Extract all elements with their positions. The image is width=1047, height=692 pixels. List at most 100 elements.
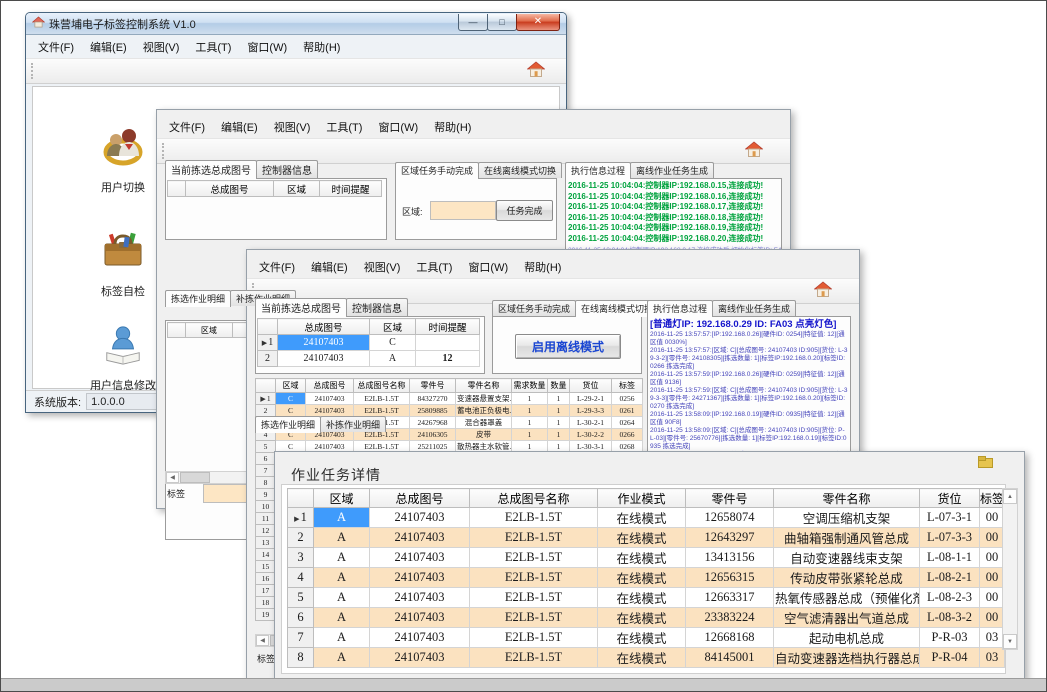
table-row[interactable]: 7A24107403E2LB-1.5T在线模式12668168起动电机总成P-R…: [288, 628, 1005, 648]
cell[interactable]: 变速器悬置支架…: [456, 393, 512, 405]
table-row[interactable]: 1A24107403E2LB-1.5T在线模式12658074空调压缩机支架L-…: [288, 508, 1005, 528]
menu-item[interactable]: 窗口(W): [239, 37, 295, 57]
cell[interactable]: 4: [288, 568, 314, 588]
cell[interactable]: 03: [980, 648, 1005, 668]
cell[interactable]: A: [314, 648, 370, 668]
cell[interactable]: 13413156: [686, 548, 774, 568]
cell[interactable]: 5: [288, 588, 314, 608]
cell[interactable]: 12658074: [686, 508, 774, 528]
home-button[interactable]: [742, 141, 766, 161]
cell[interactable]: L-08-2-3: [920, 588, 980, 608]
cell[interactable]: E2LB-1.5T: [354, 405, 410, 417]
cell[interactable]: 在线模式: [598, 608, 686, 628]
cell[interactable]: 蓄电池正负极电…: [456, 405, 512, 417]
cell[interactable]: 在线模式: [598, 568, 686, 588]
cell[interactable]: 12656315: [686, 568, 774, 588]
minimize-button[interactable]: —: [458, 14, 488, 31]
menu-item[interactable]: 编辑(E): [82, 37, 135, 57]
cell[interactable]: 24107403: [370, 628, 470, 648]
menu-item[interactable]: 编辑(E): [303, 257, 356, 277]
table-row[interactable]: 5A24107403E2LB-1.5T在线模式12663317热氧传感器总成（预…: [288, 588, 1005, 608]
menu-item[interactable]: 帮助(H): [426, 117, 479, 137]
scroll-thumb[interactable]: [180, 472, 210, 483]
cell[interactable]: 7: [288, 628, 314, 648]
cell[interactable]: 空调压缩机支架: [774, 508, 920, 528]
folder-icon[interactable]: [978, 455, 994, 473]
cell[interactable]: 在线模式: [598, 588, 686, 608]
window-titlebar[interactable]: 珠营埔电子标签控制系统 V1.0 — □ ✕: [26, 13, 566, 35]
tab-pick-detail[interactable]: 拣选作业明细: [255, 416, 321, 433]
cell[interactable]: 24107403: [306, 405, 354, 417]
tab-online-offline[interactable]: 在线离线模式切换: [478, 162, 562, 178]
cell[interactable]: 起动电机总成: [774, 628, 920, 648]
tab-offline-task[interactable]: 离线作业任务生成: [712, 300, 796, 316]
cell[interactable]: A: [314, 548, 370, 568]
cell[interactable]: 19: [256, 609, 276, 621]
cell[interactable]: 10: [256, 501, 276, 513]
table-row[interactable]: 8A24107403E2LB-1.5T在线模式84145001自动变速器选档执行…: [288, 648, 1005, 668]
cell[interactable]: 1: [512, 405, 548, 417]
cell[interactable]: C: [276, 405, 306, 417]
menu-item[interactable]: 帮助(H): [516, 257, 569, 277]
table-row[interactable]: 4A24107403E2LB-1.5T在线模式12656315传动皮带张紧轮总成…: [288, 568, 1005, 588]
cell[interactable]: 2: [288, 528, 314, 548]
cell[interactable]: E2LB-1.5T: [470, 548, 598, 568]
cell[interactable]: 6: [256, 453, 276, 465]
col-header[interactable]: [256, 379, 276, 393]
tab-current-pick[interactable]: 当前拣选总成图号: [255, 298, 347, 317]
menu-item[interactable]: 工具(T): [187, 37, 239, 57]
cell[interactable]: 自动变速器选档执行器总成: [774, 648, 920, 668]
cell[interactable]: A: [370, 351, 416, 367]
cell[interactable]: 12: [416, 351, 480, 367]
cell[interactable]: 0256: [612, 393, 643, 405]
cell[interactable]: 6: [288, 608, 314, 628]
cell[interactable]: 24107403: [370, 528, 470, 548]
cell[interactable]: 热氧传感器总成（预催化剂B1S1）: [774, 588, 920, 608]
cell[interactable]: 自动变速器线束支架: [774, 548, 920, 568]
cell[interactable]: 18: [256, 597, 276, 609]
cell[interactable]: 24107403: [370, 568, 470, 588]
col-header[interactable]: 时间提醒: [320, 181, 382, 197]
cell[interactable]: 11: [256, 513, 276, 525]
cell[interactable]: P-R-04: [920, 648, 980, 668]
table-row[interactable]: 3A24107403E2LB-1.5T在线模式13413156自动变速器线束支架…: [288, 548, 1005, 568]
cell[interactable]: P-R-03: [920, 628, 980, 648]
cell[interactable]: 7: [256, 465, 276, 477]
toolbar-grip[interactable]: [162, 143, 164, 159]
cell[interactable]: 1: [288, 508, 314, 528]
cell[interactable]: 15: [256, 561, 276, 573]
tab-controller-info[interactable]: 控制器信息: [346, 298, 408, 316]
cell[interactable]: 12643297: [686, 528, 774, 548]
close-button[interactable]: ✕: [516, 14, 560, 31]
menu-item[interactable]: 视图(V): [356, 257, 409, 277]
col-header[interactable]: 货位: [920, 489, 980, 508]
cell[interactable]: E2LB-1.5T: [470, 508, 598, 528]
cell[interactable]: L-08-3-2: [920, 608, 980, 628]
area-input[interactable]: [430, 201, 496, 220]
offline-mode-button[interactable]: 启用离线模式: [515, 334, 621, 359]
table-row[interactable]: 1 24107403 C: [258, 335, 480, 351]
col-header[interactable]: 总成图号: [306, 379, 354, 393]
cell[interactable]: 25809885: [410, 405, 456, 417]
menu-item[interactable]: 视图(V): [135, 37, 188, 57]
menu-item[interactable]: 文件(F): [251, 257, 303, 277]
cell[interactable]: 9: [256, 489, 276, 501]
cell[interactable]: E2LB-1.5T: [470, 568, 598, 588]
cell[interactable]: L-29-3-3: [570, 405, 612, 417]
cell[interactable]: 17: [256, 585, 276, 597]
col-header[interactable]: 区域: [370, 319, 416, 335]
cell[interactable]: E2LB-1.5T: [470, 528, 598, 548]
col-header[interactable]: 总成图号名称: [470, 489, 598, 508]
cell[interactable]: 0261: [612, 405, 643, 417]
cell[interactable]: E2LB-1.5T: [470, 648, 598, 668]
cell[interactable]: 在线模式: [598, 628, 686, 648]
home-button[interactable]: [524, 61, 548, 81]
cell[interactable]: E2LB-1.5T: [470, 588, 598, 608]
cell[interactable]: 00: [980, 548, 1005, 568]
cell[interactable]: L-08-2-1: [920, 568, 980, 588]
cell[interactable]: 00: [980, 568, 1005, 588]
col-header[interactable]: 区域: [314, 489, 370, 508]
cell[interactable]: 1: [258, 335, 278, 351]
col-header[interactable]: 数量: [548, 379, 570, 393]
cell[interactable]: E2LB-1.5T: [470, 608, 598, 628]
